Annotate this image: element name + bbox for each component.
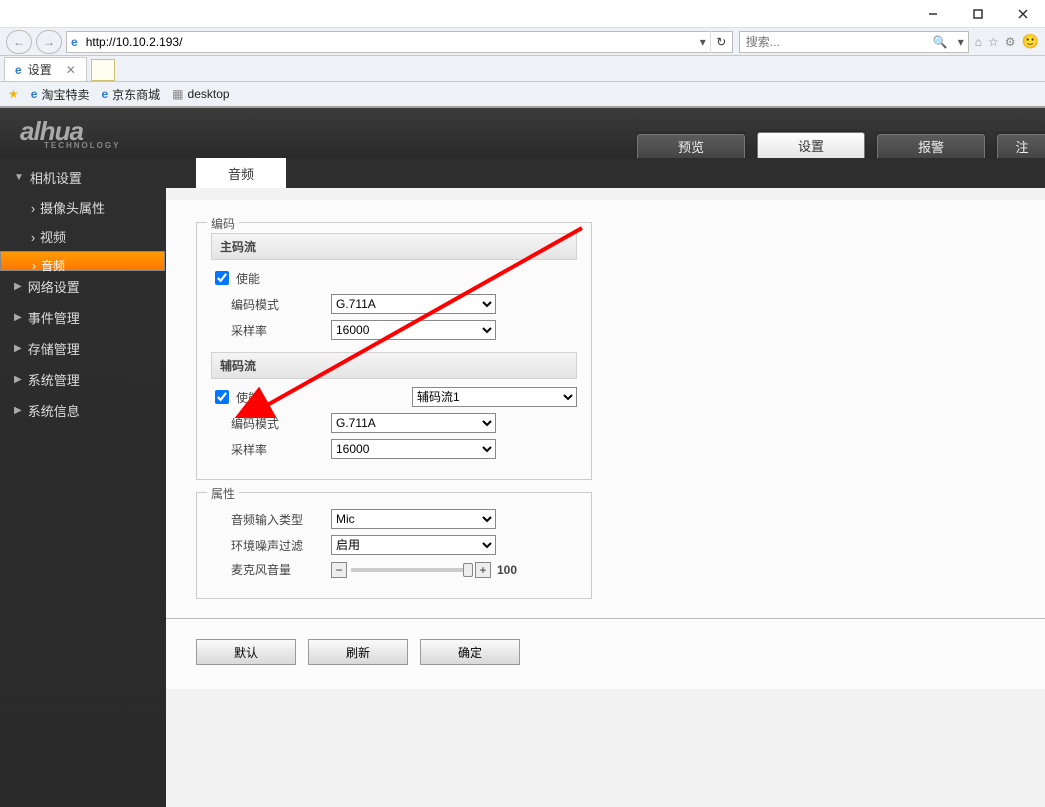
legend-attributes: 属性 bbox=[207, 485, 239, 502]
tab-close-button[interactable]: ✕ bbox=[66, 63, 76, 77]
address-bar[interactable]: e ▾ ↻ bbox=[66, 31, 733, 53]
bookmarks-star-icon[interactable]: ★ bbox=[8, 87, 19, 101]
select-main-encode-mode[interactable]: G.711A bbox=[331, 294, 496, 314]
slider-thumb[interactable] bbox=[463, 563, 473, 577]
label-sample-rate: 采样率 bbox=[211, 441, 331, 458]
browser-forward-button[interactable]: → bbox=[36, 30, 62, 54]
slider-track[interactable] bbox=[351, 568, 471, 572]
emoji-icon[interactable]: 🙂 bbox=[1022, 33, 1039, 50]
sidebar-group-camera[interactable]: ▼相机设置 bbox=[0, 162, 166, 193]
chevron-right-icon: ▶ bbox=[14, 374, 22, 385]
label-enable: 使能 bbox=[232, 389, 352, 406]
new-tab-button[interactable] bbox=[91, 59, 115, 81]
dropdown-icon[interactable]: ▾ bbox=[696, 35, 710, 49]
sidebar: ▼相机设置 ›摄像头属性 ›视频 ›音频 ▶网络设置 ▶事件管理 ▶存储管理 ▶… bbox=[0, 158, 166, 807]
select-substream[interactable]: 辅码流1 bbox=[412, 387, 577, 407]
fieldset-encoding: 编码 主码流 使能 编码模式 G.711A 采样率 16000 辅码流 bbox=[196, 222, 592, 480]
nav-tab-settings[interactable]: 设置 bbox=[757, 132, 865, 158]
brand-logo: alhua TECHNOLOGY bbox=[0, 116, 120, 150]
checkbox-sub-enable[interactable] bbox=[215, 390, 229, 404]
browser-toolbar: ← → e ▾ ↻ 🔍 ▾ ⌂ ☆ ⚙ 🙂 bbox=[0, 28, 1045, 56]
label-noise-filter: 环境噪声过滤 bbox=[211, 537, 331, 554]
sidebar-item-camera-properties[interactable]: ›摄像头属性 bbox=[0, 193, 166, 222]
window-minimize-button[interactable] bbox=[910, 0, 955, 28]
sidebar-group-storage[interactable]: ▶存储管理 bbox=[0, 333, 166, 364]
nav-tab-logout[interactable]: 注 bbox=[997, 134, 1045, 158]
select-sub-encode-mode[interactable]: G.711A bbox=[331, 413, 496, 433]
label-encode-mode: 编码模式 bbox=[211, 415, 331, 432]
chevron-down-icon: ▼ bbox=[14, 172, 24, 183]
sidebar-group-event[interactable]: ▶事件管理 bbox=[0, 302, 166, 333]
checkbox-main-enable[interactable] bbox=[215, 271, 229, 285]
section-tab-audio[interactable]: 音频 bbox=[196, 158, 286, 188]
nav-tab-preview[interactable]: 预览 bbox=[637, 134, 745, 158]
sidebar-item-audio[interactable]: ›音频 bbox=[0, 251, 165, 271]
url-input[interactable] bbox=[82, 35, 696, 49]
slider-mic-volume[interactable]: − + 100 bbox=[331, 562, 517, 578]
bookmark-item[interactable]: ▦desktop bbox=[172, 87, 229, 101]
browser-tab-strip: e 设置 ✕ bbox=[0, 56, 1045, 82]
chevron-right-icon: ▶ bbox=[14, 312, 22, 323]
sidebar-group-system[interactable]: ▶系统管理 bbox=[0, 364, 166, 395]
select-sub-sample-rate[interactable]: 16000 bbox=[331, 439, 496, 459]
content-area: 音频 编码 主码流 使能 编码模式 G.711A 采样率 bbox=[166, 158, 1045, 807]
refresh-button[interactable]: 刷新 bbox=[308, 639, 408, 665]
nav-tab-alarm[interactable]: 报警 bbox=[877, 134, 985, 158]
app-header: alhua TECHNOLOGY 预览 设置 报警 注 bbox=[0, 108, 1045, 158]
select-audio-input-type[interactable]: Mic bbox=[331, 509, 496, 529]
ok-button[interactable]: 确定 bbox=[420, 639, 520, 665]
search-icon[interactable]: 🔍 bbox=[927, 35, 954, 49]
volume-decrease-button[interactable]: − bbox=[331, 562, 347, 578]
window-maximize-button[interactable] bbox=[955, 0, 1000, 28]
chevron-right-icon: ▶ bbox=[14, 343, 22, 354]
sidebar-item-video[interactable]: ›视频 bbox=[0, 222, 166, 251]
mic-volume-value: 100 bbox=[497, 563, 517, 577]
tab-title: 设置 bbox=[28, 61, 52, 78]
chevron-right-icon: ▶ bbox=[14, 281, 22, 292]
fieldset-attributes: 属性 音频输入类型 Mic 环境噪声过滤 启用 麦克风音量 − bbox=[196, 492, 592, 599]
label-mic-volume: 麦克风音量 bbox=[211, 561, 331, 578]
window-close-button[interactable] bbox=[1000, 0, 1045, 28]
label-audio-input-type: 音频输入类型 bbox=[211, 511, 331, 528]
search-dropdown-icon[interactable]: ▾ bbox=[954, 35, 968, 49]
ie-icon: e bbox=[67, 35, 82, 49]
label-enable: 使能 bbox=[232, 270, 352, 287]
bookmark-item[interactable]: e京东商城 bbox=[101, 86, 160, 103]
select-main-sample-rate[interactable]: 16000 bbox=[331, 320, 496, 340]
browser-tab[interactable]: e 设置 ✕ bbox=[4, 57, 87, 81]
browser-back-button[interactable]: ← bbox=[6, 30, 32, 54]
home-icon[interactable]: ⌂ bbox=[975, 35, 982, 49]
sidebar-group-network[interactable]: ▶网络设置 bbox=[0, 271, 166, 302]
tools-icon[interactable]: ⚙ bbox=[1005, 35, 1016, 49]
sidebar-group-info[interactable]: ▶系统信息 bbox=[0, 395, 166, 426]
bookmark-item[interactable]: e淘宝特卖 bbox=[31, 86, 90, 103]
divider bbox=[166, 617, 1045, 619]
window-titlebar bbox=[0, 0, 1045, 28]
volume-increase-button[interactable]: + bbox=[475, 562, 491, 578]
legend-encoding: 编码 bbox=[207, 215, 239, 232]
section-tab-bar: 音频 bbox=[166, 158, 1045, 188]
select-noise-filter[interactable]: 启用 bbox=[331, 535, 496, 555]
favorites-icon[interactable]: ☆ bbox=[988, 35, 999, 49]
default-button[interactable]: 默认 bbox=[196, 639, 296, 665]
label-encode-mode: 编码模式 bbox=[211, 296, 331, 313]
refresh-button[interactable]: ↻ bbox=[710, 31, 732, 53]
ie-icon: e bbox=[15, 63, 22, 77]
chevron-right-icon: ▶ bbox=[14, 405, 22, 416]
browser-search-box[interactable]: 🔍 ▾ bbox=[739, 31, 969, 53]
subheader-main-stream: 主码流 bbox=[211, 233, 577, 260]
subheader-sub-stream: 辅码流 bbox=[211, 352, 577, 379]
bookmarks-bar: ★ e淘宝特卖 e京东商城 ▦desktop bbox=[0, 82, 1045, 108]
search-input[interactable] bbox=[740, 35, 927, 49]
label-sample-rate: 采样率 bbox=[211, 322, 331, 339]
